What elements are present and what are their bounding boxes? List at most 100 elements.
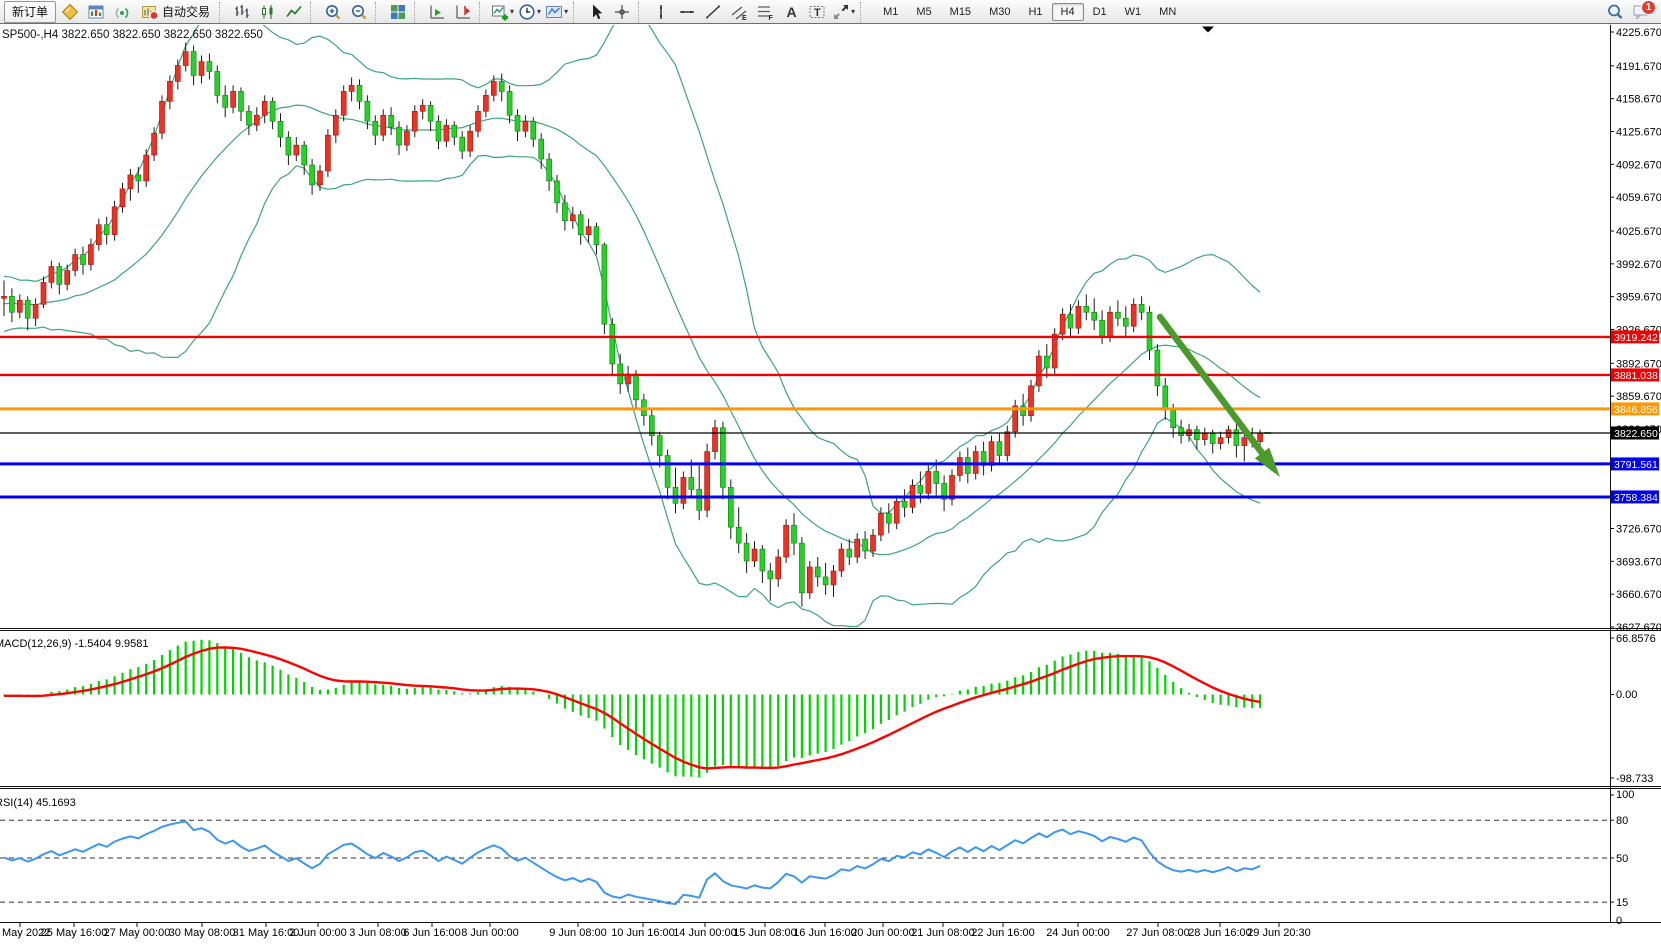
signals-icon [113, 3, 131, 21]
svg-text:14 Jun 00:00: 14 Jun 00:00 [673, 927, 737, 939]
svg-text:4125.670: 4125.670 [1616, 126, 1661, 138]
chart-canvas: SP500-,H4 3822.650 3822.650 3822.650 382… [0, 25, 1661, 942]
line-chart-icon [285, 3, 303, 21]
arrows-button[interactable]: ▾ [831, 1, 856, 23]
svg-text:25 May 16:00: 25 May 16:00 [41, 927, 108, 939]
toolbar-separator [375, 2, 381, 22]
time-axis: May 202225 May 16:0027 May 00:0030 May 0… [0, 922, 1661, 939]
timeframe-h1[interactable]: H1 [1019, 3, 1051, 21]
chart-shift-button[interactable] [451, 1, 475, 23]
svg-text:66.8576: 66.8576 [1616, 633, 1656, 645]
svg-text:E: E [742, 15, 747, 21]
chat-button[interactable]: 1 [1629, 1, 1653, 23]
candlestick-chart-icon [259, 3, 277, 21]
timeframe-m30[interactable]: M30 [980, 3, 1019, 21]
timeframe-m5[interactable]: M5 [907, 3, 940, 21]
new-chart-button[interactable] [84, 1, 108, 23]
candlestick-chart-button[interactable] [256, 1, 280, 23]
vertical-line-button[interactable] [649, 1, 673, 23]
new-order-button[interactable]: 新订单 [4, 1, 56, 23]
svg-text:30 May 08:00: 30 May 08:00 [169, 927, 236, 939]
equidistant-channel-icon: E [730, 3, 748, 21]
svg-text:4158.670: 4158.670 [1616, 94, 1661, 106]
crosshair-button[interactable] [610, 1, 634, 23]
svg-text:100: 100 [1616, 789, 1634, 801]
cursor-icon [587, 3, 605, 21]
svg-text:3859.670: 3859.670 [1616, 391, 1661, 403]
timeframe-d1[interactable]: D1 [1084, 3, 1116, 21]
auto-trading-button[interactable]: 自动交易 [136, 1, 215, 23]
svg-text:10 Jun 16:00: 10 Jun 16:00 [611, 927, 675, 939]
svg-text:3992.670: 3992.670 [1616, 259, 1661, 271]
svg-text:4025.670: 4025.670 [1616, 226, 1661, 238]
cursor-button[interactable] [584, 1, 608, 23]
svg-text:3919.242: 3919.242 [1614, 332, 1658, 344]
fibonacci-button[interactable]: F [753, 1, 777, 23]
equidistant-channel-button[interactable]: E [727, 1, 751, 23]
timeframe-m1[interactable]: M1 [874, 3, 907, 21]
text-button[interactable]: A [779, 1, 803, 23]
periods-icon [518, 3, 536, 21]
price-badge: 3846.856 [1611, 402, 1659, 416]
auto-trading-icon [141, 3, 159, 21]
timeframe-m15[interactable]: M15 [941, 3, 980, 21]
svg-text:3660.670: 3660.670 [1616, 589, 1661, 601]
zoom-in-button[interactable] [321, 1, 345, 23]
bollinger-middle-line [4, 105, 1260, 554]
macd-label: MACD(12,26,9) -1.5404 9.9581 [0, 638, 148, 650]
svg-text:3758.384: 3758.384 [1614, 492, 1658, 504]
svg-text:4191.670: 4191.670 [1616, 61, 1661, 73]
trend-arrow[interactable] [1160, 317, 1280, 477]
chart-window: SP500-,H4 3822.650 3822.650 3822.650 382… [0, 25, 1661, 942]
new-chart-icon [87, 3, 105, 21]
rsi-panel [0, 820, 1610, 904]
horizontal-line-button[interactable] [675, 1, 699, 23]
bar-chart-button[interactable] [230, 1, 254, 23]
toolbar-separator [219, 2, 225, 22]
insert-indicator-icon [491, 3, 509, 21]
trendline-button[interactable] [701, 1, 725, 23]
signals-button[interactable] [110, 1, 134, 23]
svg-text:29 Jun 20:30: 29 Jun 20:30 [1247, 927, 1311, 939]
svg-text:0: 0 [1616, 915, 1622, 927]
timeframe-w1[interactable]: W1 [1116, 3, 1151, 21]
svg-text:A: A [787, 4, 797, 20]
periods-button[interactable]: ▾ [517, 1, 542, 23]
chart-shift-icon [454, 3, 472, 21]
svg-text:24 Jun 00:00: 24 Jun 00:00 [1046, 927, 1110, 939]
chevron-down-icon: ▾ [537, 7, 541, 16]
price-badge: 3791.561 [1611, 457, 1659, 471]
timeframe-group: M1M5M15M30H1H4D1W1MN [874, 3, 1185, 21]
svg-text:15: 15 [1616, 897, 1628, 909]
toolbar-separator [638, 2, 644, 22]
zoom-in-icon [324, 3, 342, 21]
svg-text:50: 50 [1616, 853, 1628, 865]
market-watch-icon [61, 3, 79, 21]
templates-button[interactable]: ▾ [544, 1, 569, 23]
market-watch-button[interactable] [58, 1, 82, 23]
toolbar: 新订单自动交易▾▾▾EFAT▾M1M5M15M30H1H4D1W1MN1 [0, 0, 1661, 24]
trendline-icon [704, 3, 722, 21]
crosshair-icon [613, 3, 631, 21]
chart-shift-marker[interactable] [1202, 27, 1214, 33]
tile-windows-button[interactable] [386, 1, 410, 23]
search-icon [1606, 3, 1624, 21]
svg-text:0.00: 0.00 [1616, 689, 1637, 701]
text-icon: A [782, 3, 800, 21]
insert-indicator-button[interactable]: ▾ [490, 1, 515, 23]
auto-scroll-button[interactable] [425, 1, 449, 23]
text-label-button[interactable]: T [805, 1, 829, 23]
timeframe-mn[interactable]: MN [1150, 3, 1185, 21]
search-button[interactable] [1603, 1, 1627, 23]
line-chart-button[interactable] [282, 1, 306, 23]
zoom-out-button[interactable] [347, 1, 371, 23]
svg-text:27 May 00:00: 27 May 00:00 [104, 927, 171, 939]
timeframe-h4[interactable]: H4 [1052, 3, 1084, 21]
toolbar-separator [860, 2, 866, 22]
toolbar-separator [479, 2, 485, 22]
svg-text:28 Jun 16:00: 28 Jun 16:00 [1188, 927, 1252, 939]
svg-text:3 Jun 08:00: 3 Jun 08:00 [349, 927, 407, 939]
text-label-icon: T [808, 3, 826, 21]
svg-text:3726.670: 3726.670 [1616, 523, 1661, 535]
svg-text:4059.670: 4059.670 [1616, 192, 1661, 204]
